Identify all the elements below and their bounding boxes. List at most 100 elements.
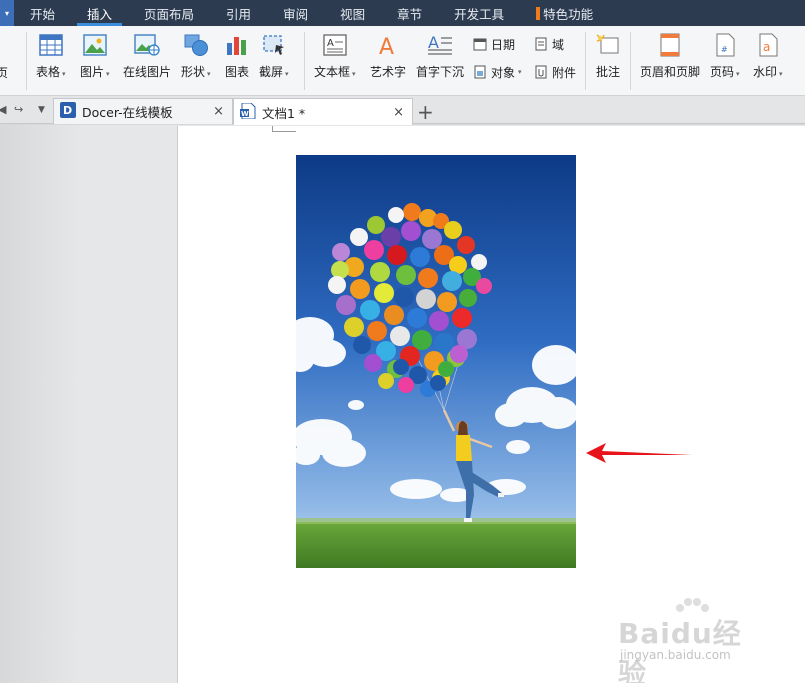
date-icon <box>473 37 487 51</box>
wps-doc-icon: W <box>240 102 256 122</box>
app-menu-dropdown-icon[interactable]: ▾ <box>0 0 14 26</box>
page-number-button[interactable]: # 页码 ▾ <box>710 32 740 80</box>
textbox-icon: A <box>322 32 348 58</box>
dropdown-arrow-icon: ▾ <box>779 70 783 78</box>
online-picture-label: 在线图片 <box>123 65 172 79</box>
insert-picture-button[interactable]: 图片 ▾ <box>80 32 110 80</box>
close-icon[interactable]: × <box>393 105 404 120</box>
header-footer-icon <box>657 32 683 58</box>
svg-text:W: W <box>241 110 249 118</box>
inserted-balloon-photo[interactable] <box>296 155 576 568</box>
dropdown-arrow-icon: ▾ <box>207 70 211 78</box>
tab-review[interactable]: 审阅 <box>267 0 324 26</box>
dropdown-arrow-icon: ▾ <box>62 70 66 78</box>
document-tab-strip: ◀ ↪ ▼ D Docer-在线模板 × W 文档1 * × <box>0 96 805 125</box>
tab-docer-templates[interactable]: D Docer-在线模板 × <box>53 98 233 124</box>
ribbon-partial-page-button[interactable]: 页 <box>0 64 8 81</box>
chart-icon <box>224 32 250 58</box>
close-icon[interactable]: × <box>213 104 224 119</box>
redo-arrow-icon[interactable]: ↪ <box>14 103 23 116</box>
tab-special-features[interactable]: 特色功能 <box>520 0 609 26</box>
header-footer-label: 页眉和页脚 <box>640 65 701 79</box>
tab-page-layout[interactable]: 页面布局 <box>128 0 210 26</box>
svg-text:A: A <box>379 35 394 57</box>
tab-special-label: 特色功能 <box>543 6 594 22</box>
tab-view[interactable]: 视图 <box>324 0 381 26</box>
insert-field-button[interactable]: 域 <box>534 34 564 54</box>
svg-text:#: # <box>721 45 728 54</box>
tab-list-dropdown-icon[interactable]: ▼ <box>38 105 45 115</box>
tab-developer[interactable]: 开发工具 <box>438 0 520 26</box>
comment-label: 批注 <box>595 65 620 79</box>
tab-sections[interactable]: 章节 <box>381 0 438 26</box>
comment-icon <box>595 32 621 58</box>
new-tab-button[interactable]: + <box>417 100 434 124</box>
online-picture-button[interactable]: 在线图片 <box>123 32 171 80</box>
dropdown-arrow-icon: ▾ <box>736 70 740 78</box>
insert-date-button[interactable]: 日期 <box>473 34 515 54</box>
wordart-label: 艺术字 <box>370 65 407 79</box>
svg-text:A: A <box>428 33 439 52</box>
tab-title: 文档1 * <box>262 105 306 121</box>
ribbon-separator <box>26 32 27 90</box>
menu-bar: ▾ 开始 插入 页面布局 引用 审阅 视图 章节 开发工具 特色功能 <box>0 0 805 26</box>
object-icon <box>473 65 487 79</box>
wordart-button[interactable]: A 艺术字 <box>370 32 406 80</box>
ribbon-toolbar: 页 表格 ▾ 图片 ▾ 在线图片 形状 ▾ 图表 截屏 ▾ A 文本框 ▾ A … <box>0 26 805 96</box>
watermark-button[interactable]: a 水印 ▾ <box>753 32 783 80</box>
tab-scroll-left-icon[interactable]: ◀ <box>0 103 6 116</box>
dropcap-icon: A <box>427 32 453 58</box>
baidu-jingyan-watermark: Baidu经验 jingyan.baidu.com <box>618 596 768 683</box>
screenshot-button[interactable]: 截屏 ▾ <box>259 32 289 80</box>
insert-table-label: 表格 <box>36 65 61 79</box>
dropdown-arrow-icon: ▾ <box>285 70 289 78</box>
field-icon <box>534 37 548 51</box>
online-picture-icon <box>134 32 160 58</box>
insert-date-label: 日期 <box>491 37 516 52</box>
shapes-icon <box>183 32 209 58</box>
dropcap-button[interactable]: A 首字下沉 <box>416 32 464 80</box>
insert-attachment-button[interactable]: 附件 <box>534 62 576 82</box>
insert-object-button[interactable]: 对象 ▾ <box>473 62 522 82</box>
dropdown-arrow-icon: ▾ <box>518 68 522 76</box>
header-footer-button[interactable]: 页眉和页脚 <box>640 32 700 80</box>
watermark-icon: a <box>755 32 781 58</box>
tab-insert[interactable]: 插入 <box>71 0 128 26</box>
textbox-button[interactable]: A 文本框 ▾ <box>314 32 356 80</box>
annotation-arrow-icon <box>586 443 692 463</box>
dropdown-arrow-icon: ▾ <box>352 70 356 78</box>
insert-attachment-label: 附件 <box>552 65 577 80</box>
special-marker-icon <box>536 6 541 20</box>
page-number-label: 页码 <box>710 65 735 79</box>
textbox-label: 文本框 <box>314 65 351 79</box>
watermark-url: jingyan.baidu.com <box>620 648 731 662</box>
tab-references[interactable]: 引用 <box>210 0 267 26</box>
ribbon-separator <box>585 32 586 90</box>
ribbon-partial-label: 页 <box>0 66 9 80</box>
attachment-icon <box>534 65 548 79</box>
screenshot-label: 截屏 <box>259 65 284 79</box>
screenshot-icon <box>261 32 287 58</box>
watermark-label: 水印 <box>753 65 778 79</box>
docer-icon: D <box>60 102 76 121</box>
dropdown-arrow-icon: ▾ <box>106 70 110 78</box>
tab-home[interactable]: 开始 <box>14 0 71 26</box>
insert-table-button[interactable]: 表格 ▾ <box>36 32 66 80</box>
table-icon <box>38 32 64 58</box>
insert-object-label: 对象 <box>491 65 516 80</box>
ribbon-separator <box>630 32 631 90</box>
tab-document1[interactable]: W 文档1 * × <box>233 98 413 125</box>
page-number-icon: # <box>712 32 738 58</box>
insert-shapes-button[interactable]: 形状 ▾ <box>181 32 211 80</box>
wordart-icon: A <box>375 32 401 58</box>
insert-chart-label: 图表 <box>224 65 249 79</box>
tab-title: Docer-在线模板 <box>82 105 173 120</box>
comment-button[interactable]: 批注 <box>595 32 621 80</box>
dropcap-label: 首字下沉 <box>416 65 465 79</box>
insert-shapes-label: 形状 <box>181 65 206 79</box>
svg-text:A: A <box>327 38 334 49</box>
insert-chart-button[interactable]: 图表 <box>224 32 250 80</box>
svg-text:a: a <box>763 40 770 54</box>
page-corner-marker <box>272 126 296 132</box>
picture-icon <box>82 32 108 58</box>
